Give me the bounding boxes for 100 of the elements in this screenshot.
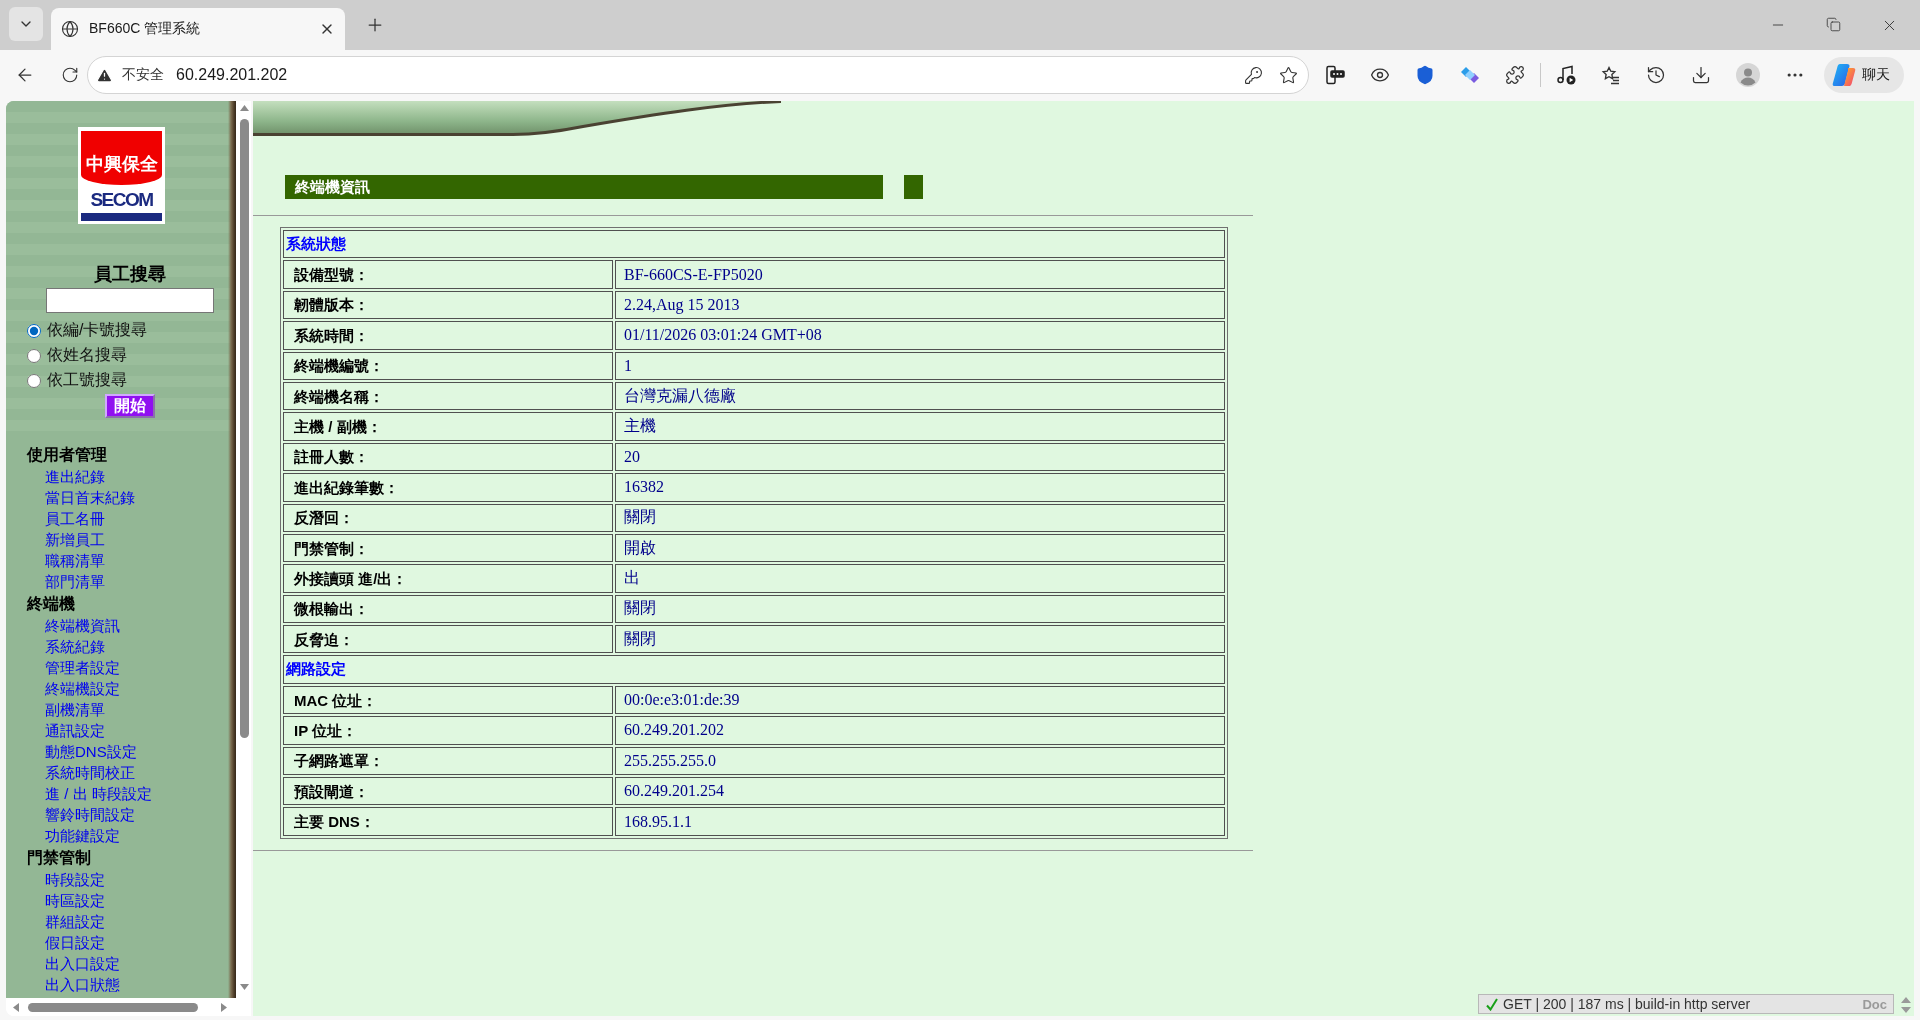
scrollbar-thumb[interactable]: [28, 1002, 198, 1012]
menu-link[interactable]: 部門清單: [45, 571, 236, 592]
music-play-icon[interactable]: [1556, 65, 1576, 85]
menu-link[interactable]: 響鈴時間設定: [45, 804, 236, 825]
key-icon[interactable]: [1244, 65, 1263, 85]
menu-link[interactable]: 職稱清單: [45, 550, 236, 571]
avatar-icon[interactable]: [1736, 63, 1760, 87]
scroll-up-icon[interactable]: [240, 105, 249, 111]
warning-icon: [96, 66, 113, 84]
chat-button[interactable]: 聊天: [1824, 57, 1904, 93]
square-icon: [904, 175, 923, 199]
logo-title: 中興保全: [81, 131, 162, 185]
history-icon[interactable]: [1646, 65, 1666, 85]
diamond-logo-icon[interactable]: [1460, 65, 1480, 85]
value-cell: 2.24,Aug 15 2013: [615, 290, 1225, 320]
menu-link[interactable]: 進 / 出 時段設定: [45, 783, 236, 804]
value-cell: 關閉: [615, 503, 1225, 532]
puzzle-icon[interactable]: [1505, 65, 1525, 85]
value-cell: BF-660CS-E-FP5020: [615, 260, 1225, 289]
menu-link[interactable]: 當日首末紀錄: [45, 487, 236, 508]
menu-link[interactable]: 群組設定: [45, 911, 236, 932]
radio-button[interactable]: [27, 373, 41, 388]
radio-button[interactable]: [27, 323, 41, 338]
section-header-cell: 網路設定: [283, 655, 1225, 684]
scroll-right-icon[interactable]: [221, 1002, 227, 1012]
menu-link[interactable]: 管理者設定: [45, 657, 236, 678]
value-cell: 出: [615, 564, 1225, 593]
value-cell: 168.95.1.1: [615, 807, 1225, 836]
label-cell: MAC 位址：: [283, 685, 613, 715]
menu-link[interactable]: 終端機設定: [45, 678, 236, 699]
menu-link[interactable]: 時區設定: [45, 890, 236, 911]
menu-heading: 終端機: [25, 594, 76, 614]
scroll-down-icon[interactable]: [240, 984, 249, 990]
menu-heading: 使用者管理: [25, 445, 108, 465]
menu-link[interactable]: 副機清單: [45, 699, 236, 720]
label-cell: 微根輸出：: [283, 594, 613, 624]
option-label[interactable]: 依姓名搜尋: [47, 345, 127, 366]
label-cell: 設備型號：: [283, 260, 613, 289]
value-cell: 60.249.201.254: [615, 777, 1225, 806]
value-cell: 1: [615, 351, 1225, 380]
url-text: 60.249.201.202: [176, 66, 289, 84]
label-cell: 門禁管制：: [283, 533, 613, 563]
start-button[interactable]: 開始: [105, 394, 155, 418]
menu-link[interactable]: 功能鍵設定: [45, 825, 236, 846]
browser-tab[interactable]: BF660C 管理系統: [51, 8, 345, 50]
menu-link[interactable]: 員工名冊: [45, 508, 236, 529]
menu-link[interactable]: 動態DNS設定: [45, 741, 236, 762]
value-cell: 開啟: [615, 533, 1225, 563]
star-icon[interactable]: [1279, 65, 1298, 85]
radio-button[interactable]: [27, 348, 41, 363]
menu-link[interactable]: 通訊設定: [45, 720, 236, 741]
scrollbar-thumb[interactable]: [240, 119, 249, 738]
label-cell: 反潛回：: [283, 503, 613, 532]
title-bar: 終端機資訊: [285, 175, 883, 199]
scroll-left-icon[interactable]: [13, 1002, 19, 1012]
globe-icon: [61, 20, 79, 38]
menu-link[interactable]: 時段設定: [45, 869, 236, 890]
search-title: 員工搜尋: [93, 264, 167, 284]
reload-icon[interactable]: [61, 66, 79, 84]
address-field[interactable]: 不安全 60.249.201.202: [87, 56, 1309, 94]
label-cell: 外接讀頭 進/出：: [283, 564, 613, 593]
menu-link[interactable]: 終端機資訊: [45, 615, 236, 636]
menu-link[interactable]: 假日設定: [45, 932, 236, 953]
spinner-icon[interactable]: [1901, 997, 1911, 1013]
shield-icon[interactable]: [1415, 65, 1435, 85]
security-label[interactable]: 不安全: [122, 66, 164, 84]
value-cell: 關閉: [615, 594, 1225, 624]
menu-heading: 門禁管制: [26, 848, 92, 868]
logo-icon: [1832, 63, 1856, 87]
menu-link[interactable]: 出入口狀態: [45, 974, 236, 995]
label-cell: 主要 DNS：: [283, 807, 613, 836]
restore-icon[interactable]: [1826, 16, 1841, 32]
value-cell: 60.249.201.202: [615, 716, 1225, 745]
option-label[interactable]: 依編/卡號搜尋: [47, 320, 148, 341]
menu-link[interactable]: 系統時間校正: [45, 762, 236, 783]
value-cell: 主機: [615, 412, 1225, 441]
value-cell: 255.255.255.0: [615, 746, 1225, 776]
menu-link[interactable]: 新增員工: [45, 529, 236, 550]
doc-label: Doc: [1862, 996, 1887, 1012]
label-cell: 子網路遮罩：: [283, 746, 613, 776]
label-cell: 主機 / 副機：: [283, 412, 613, 441]
logo-wordmark: SECOM: [89, 191, 154, 208]
label-cell: 進出紀錄筆數：: [283, 473, 613, 502]
search-field[interactable]: [46, 288, 214, 313]
star-list-icon[interactable]: [1601, 65, 1621, 85]
menu-link[interactable]: 出入口設定: [45, 953, 236, 974]
label-cell: 系統時間：: [283, 321, 613, 350]
value-cell: 00:0e:e3:01:de:39: [615, 685, 1225, 715]
label-cell: 終端機名稱：: [283, 381, 613, 411]
label-cell: 反脅迫：: [283, 625, 613, 654]
value-cell: 16382: [615, 473, 1225, 502]
option-label[interactable]: 依工號搜尋: [47, 370, 127, 391]
label-cell: IP 位址：: [283, 716, 613, 745]
menu-link[interactable]: 系統紀錄: [45, 636, 236, 657]
label-cell: 韌體版本：: [283, 290, 613, 320]
download-icon[interactable]: [1691, 65, 1711, 85]
phone-dots-icon[interactable]: [1325, 65, 1345, 85]
menu-link[interactable]: 進出紀錄: [45, 466, 236, 487]
check-icon: [1486, 997, 1498, 1011]
value-cell: 台灣克漏八德廠: [615, 381, 1225, 411]
